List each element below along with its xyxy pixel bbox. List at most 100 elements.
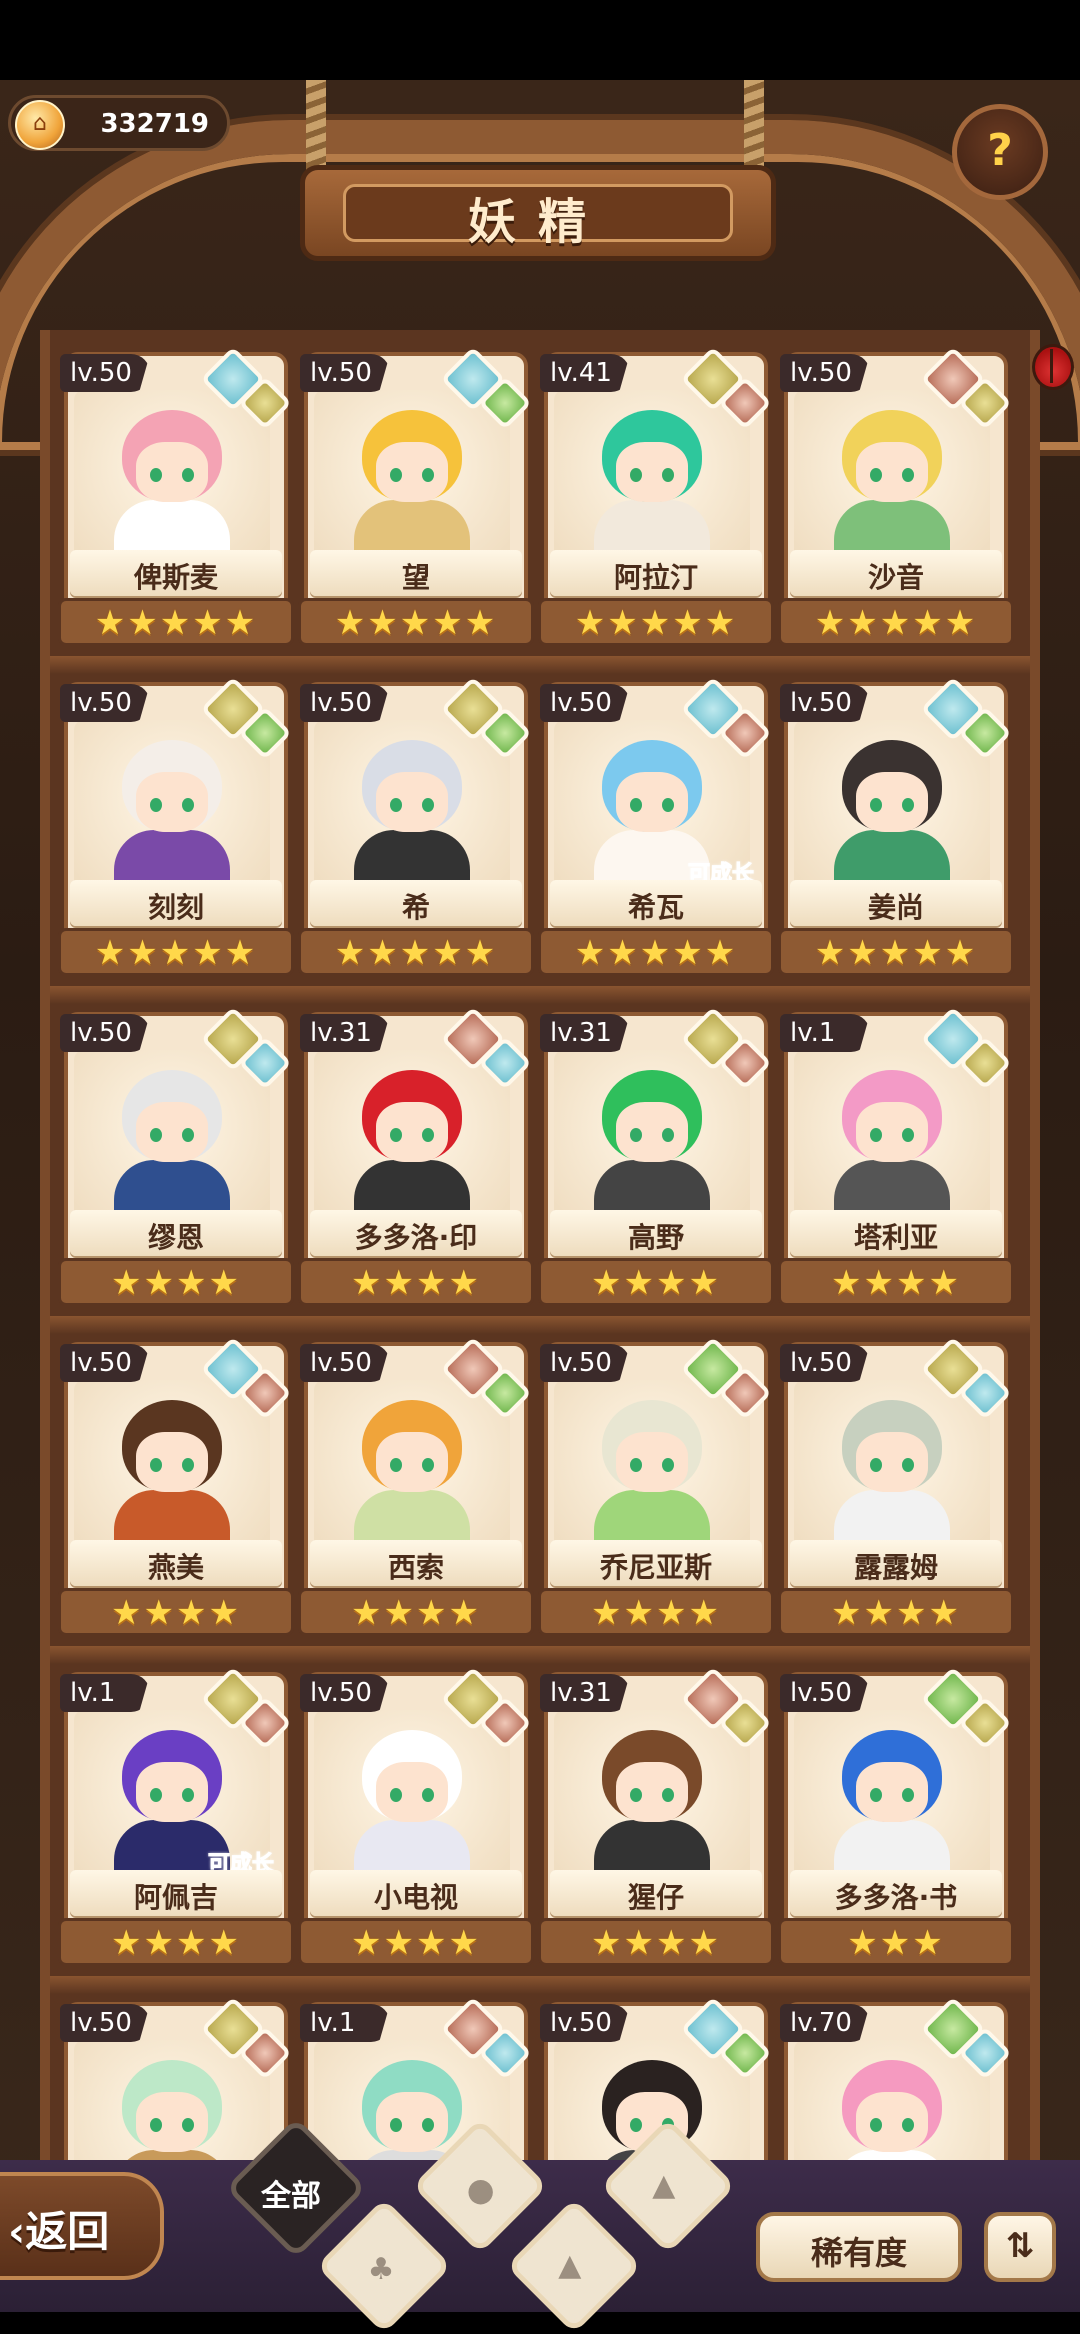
star-rating: ★★★★★	[538, 598, 774, 646]
fairy-card[interactable]: lv.50 燕美 ★★★★	[58, 1336, 294, 1640]
fairy-name: 阿拉汀	[613, 561, 698, 594]
eye-left	[870, 2118, 882, 2132]
eye-right	[182, 1458, 194, 1472]
eye-left	[390, 468, 402, 482]
level-tag: lv.50	[300, 1344, 390, 1382]
eye-left	[630, 1788, 642, 1802]
name-banner: 多多洛·书	[790, 1870, 1002, 1916]
level-tag: lv.41	[540, 354, 630, 392]
fairy-card[interactable]: lv.50 多多洛·书 ★★★	[778, 1666, 1014, 1970]
fairy-name: 刻刻	[147, 891, 204, 924]
level-tag: lv.50	[60, 684, 150, 722]
name-banner: 多多洛·印	[310, 1210, 522, 1256]
fairy-portrait	[314, 390, 510, 560]
eye-right	[662, 468, 674, 482]
water-drop-icon: ●	[466, 2170, 495, 2209]
fairy-face	[136, 1432, 208, 1492]
stars: ★★★	[847, 1923, 945, 1963]
fairy-face	[376, 1102, 448, 1162]
fairy-name: 沙音	[867, 561, 924, 594]
fairy-card[interactable]: lv.50 姜尚 ★★★★★	[778, 676, 1014, 980]
level-tag: lv.50	[780, 354, 870, 392]
fairy-face	[136, 2092, 208, 2152]
fairy-portrait	[554, 1380, 750, 1550]
sort-rarity-button[interactable]: 稀有度	[756, 2212, 962, 2282]
fairy-card[interactable]: lv.50 望 ★★★★★	[298, 346, 534, 650]
star-rating: ★★★★	[58, 1588, 294, 1636]
star-rating: ★★★★	[778, 1258, 1014, 1306]
fairy-card[interactable]: lv.41 阿拉汀 ★★★★★	[538, 346, 774, 650]
stars: ★★★★	[591, 1593, 721, 1633]
name-banner: 沙音	[790, 550, 1002, 596]
stars: ★★★★★	[814, 933, 978, 973]
stars: ★★★★	[591, 1263, 721, 1303]
eye-right	[182, 1128, 194, 1142]
stars: ★★★★★	[334, 933, 498, 973]
eye-right	[422, 1458, 434, 1472]
sort-order-button[interactable]: ⇅	[984, 2212, 1056, 2282]
fairy-card[interactable]: lv.50 可成长 希瓦 ★★★★★	[538, 676, 774, 980]
name-banner: 西索	[310, 1540, 522, 1586]
fairy-card[interactable]: lv.50 小电视 ★★★★	[298, 1666, 534, 1970]
star-rating: ★★★★★	[58, 598, 294, 646]
fairy-name: 望	[401, 561, 430, 594]
level-tag: lv.50	[300, 684, 390, 722]
eye-left	[150, 1458, 162, 1472]
help-button[interactable]: ?	[952, 104, 1048, 200]
rock-icon: ▲	[558, 2247, 582, 2283]
star-rating: ★★★★	[538, 1588, 774, 1636]
fairy-card[interactable]: lv.50 俾斯麦 ★★★★★	[58, 346, 294, 650]
name-banner: 塔利亚	[790, 1210, 1002, 1256]
star-rating: ★★★★	[298, 1258, 534, 1306]
fairy-card[interactable]: lv.31 高野 ★★★★	[538, 1006, 774, 1310]
fairy-portrait	[314, 1050, 510, 1220]
eye-right	[182, 468, 194, 482]
eye-right	[422, 468, 434, 482]
level-tag: lv.50	[540, 1344, 630, 1382]
level-tag: lv.31	[540, 1014, 630, 1052]
eye-right	[662, 1458, 674, 1472]
fairy-card[interactable]: lv.50 缪恩 ★★★★	[58, 1006, 294, 1310]
eye-left	[630, 1458, 642, 1472]
fairy-name: 露露姆	[853, 1551, 938, 1584]
fairy-card[interactable]: lv.50 刻刻 ★★★★★	[58, 676, 294, 980]
fairy-face	[616, 1102, 688, 1162]
star-rating: ★★★★	[298, 1588, 534, 1636]
fairy-card[interactable]: lv.31 猩仔 ★★★★	[538, 1666, 774, 1970]
sprout-icon: ♣	[367, 2252, 395, 2288]
fairy-face	[856, 1102, 928, 1162]
back-label: ‹返回	[8, 2207, 110, 2256]
fairy-card[interactable]: lv.50 露露姆 ★★★★	[778, 1336, 1014, 1640]
fairy-card[interactable]: lv.50 希 ★★★★★	[298, 676, 534, 980]
fairy-portrait	[314, 1380, 510, 1550]
fairy-face	[136, 772, 208, 832]
fairy-card[interactable]: lv.31 多多洛·印 ★★★★	[298, 1006, 534, 1310]
fairy-card[interactable]: lv.1 可成长 阿佩吉 ★★★★	[58, 1666, 294, 1970]
fairy-card[interactable]: lv.50 沙音 ★★★★★	[778, 346, 1014, 650]
star-rating: ★★★★	[538, 1918, 774, 1966]
eye-right	[662, 798, 674, 812]
fairy-card[interactable]: lv.1 塔利亚 ★★★★	[778, 1006, 1014, 1310]
fairy-name: 西索	[387, 1551, 444, 1584]
fairy-name: 希	[401, 891, 430, 924]
fairy-card[interactable]: lv.50 乔尼亚斯 ★★★★	[538, 1336, 774, 1640]
fairy-face	[856, 772, 928, 832]
eye-left	[390, 1128, 402, 1142]
stars: ★★★★★	[814, 603, 978, 643]
fairy-face	[376, 442, 448, 502]
fairy-name: 乔尼亚斯	[599, 1551, 712, 1584]
fairy-portrait	[74, 390, 270, 560]
page-title: 妖精	[467, 194, 608, 250]
fairy-card[interactable]: lv.50 西索 ★★★★	[298, 1336, 534, 1640]
back-button[interactable]: ‹返回	[0, 2172, 164, 2280]
fairy-name: 阿佩吉	[133, 1881, 218, 1914]
fairy-name: 高野	[627, 1221, 684, 1254]
eye-left	[630, 1128, 642, 1142]
fairy-portrait	[554, 1050, 750, 1220]
star-rating: ★★★★★	[298, 598, 534, 646]
fairy-name: 缪恩	[147, 1221, 204, 1254]
name-banner: 望	[310, 550, 522, 596]
fairy-name: 猩仔	[627, 1881, 684, 1914]
star-rating: ★★★★	[58, 1258, 294, 1306]
eye-left	[870, 1128, 882, 1142]
